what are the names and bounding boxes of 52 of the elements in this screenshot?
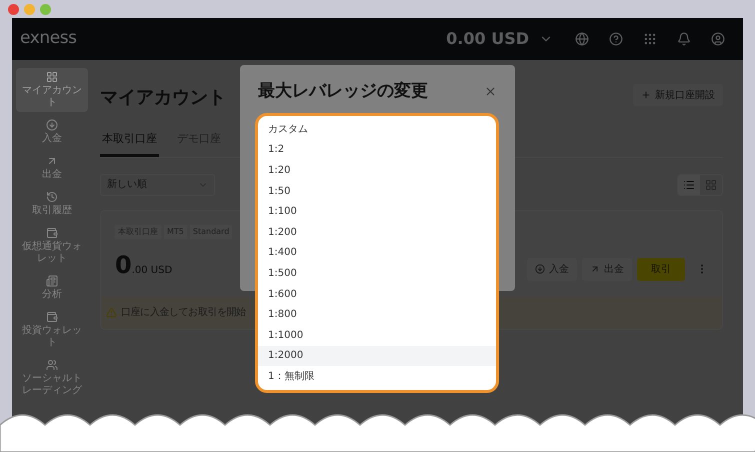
history-icon — [46, 191, 58, 203]
leverage-option[interactable]: 1:2 — [258, 140, 496, 160]
tab[interactable]: 本取引口座 — [100, 131, 159, 156]
sidebar-item[interactable]: 入金 — [16, 116, 88, 148]
leverage-option[interactable]: 1:50 — [258, 180, 496, 202]
logo[interactable]: exness — [20, 26, 77, 52]
leverage-option[interactable]: 1:200 — [258, 222, 496, 243]
sidebar-label: ソーシャルトレーディング — [21, 373, 83, 397]
wallet-icon — [46, 227, 58, 239]
bell-icon[interactable] — [677, 32, 691, 46]
user-icon[interactable] — [711, 32, 725, 46]
leverage-option[interactable]: 1：無制限 — [258, 366, 496, 387]
leverage-option[interactable]: 1:100 — [258, 201, 496, 222]
sidebar-label: 投資ウォレット — [21, 325, 83, 349]
sidebar-item[interactable]: ソーシャルトレーディング — [16, 356, 88, 400]
document-icon — [46, 275, 58, 287]
help-icon[interactable] — [609, 32, 623, 46]
warning-icon — [106, 307, 117, 318]
sidebar-item[interactable]: マイアカウント — [16, 68, 88, 112]
leverage-option[interactable]: 1:500 — [258, 263, 496, 284]
balance-text: 0.00 USD — [446, 28, 529, 50]
leverage-option[interactable]: 1:400 — [258, 242, 496, 264]
sidebar-label: 入金 — [42, 133, 62, 145]
sidebar-label: 分析 — [42, 289, 62, 301]
sidebar-item[interactable]: 取引履歴 — [16, 188, 88, 220]
sidebar-label: 仮想通貨ウォレット — [21, 241, 83, 265]
sidebar-label: 取引履歴 — [32, 205, 72, 217]
leverage-option[interactable]: 1:600 — [258, 284, 496, 304]
wallet-icon — [46, 311, 58, 323]
close-icon[interactable] — [484, 85, 497, 98]
leverage-option[interactable]: 1:20 — [258, 160, 496, 181]
sidebar-item[interactable]: 投資ウォレット — [16, 308, 88, 352]
grid-icon — [46, 71, 58, 83]
leverage-option[interactable]: 1:800 — [258, 304, 496, 325]
sidebar-item[interactable]: 出金 — [16, 152, 88, 184]
leverage-option[interactable]: 1:1000 — [258, 324, 496, 346]
leverage-option[interactable]: 1:2000 — [258, 346, 496, 366]
balance-amount: 0.00 USD — [115, 250, 172, 280]
sidebar-label: 出金 — [42, 169, 62, 181]
globe-icon[interactable] — [575, 32, 589, 46]
modal-title: 最大レバレッジの変更 — [258, 80, 428, 103]
grid-icon — [705, 178, 717, 190]
list-view-button[interactable] — [678, 174, 700, 194]
sidebar-item[interactable]: 仮想通貨ウォレット — [16, 224, 88, 268]
sidebar-label: マイアカウント — [21, 85, 83, 109]
sidebar-item[interactable]: 分析 — [16, 272, 88, 304]
leverage-option[interactable]: カスタム — [258, 119, 496, 140]
arrow-down-circle-icon — [46, 119, 58, 131]
arrow-down-circle-icon — [535, 264, 545, 274]
people-icon — [46, 359, 58, 371]
apps-icon[interactable] — [643, 32, 657, 46]
plus-icon — [641, 90, 651, 100]
